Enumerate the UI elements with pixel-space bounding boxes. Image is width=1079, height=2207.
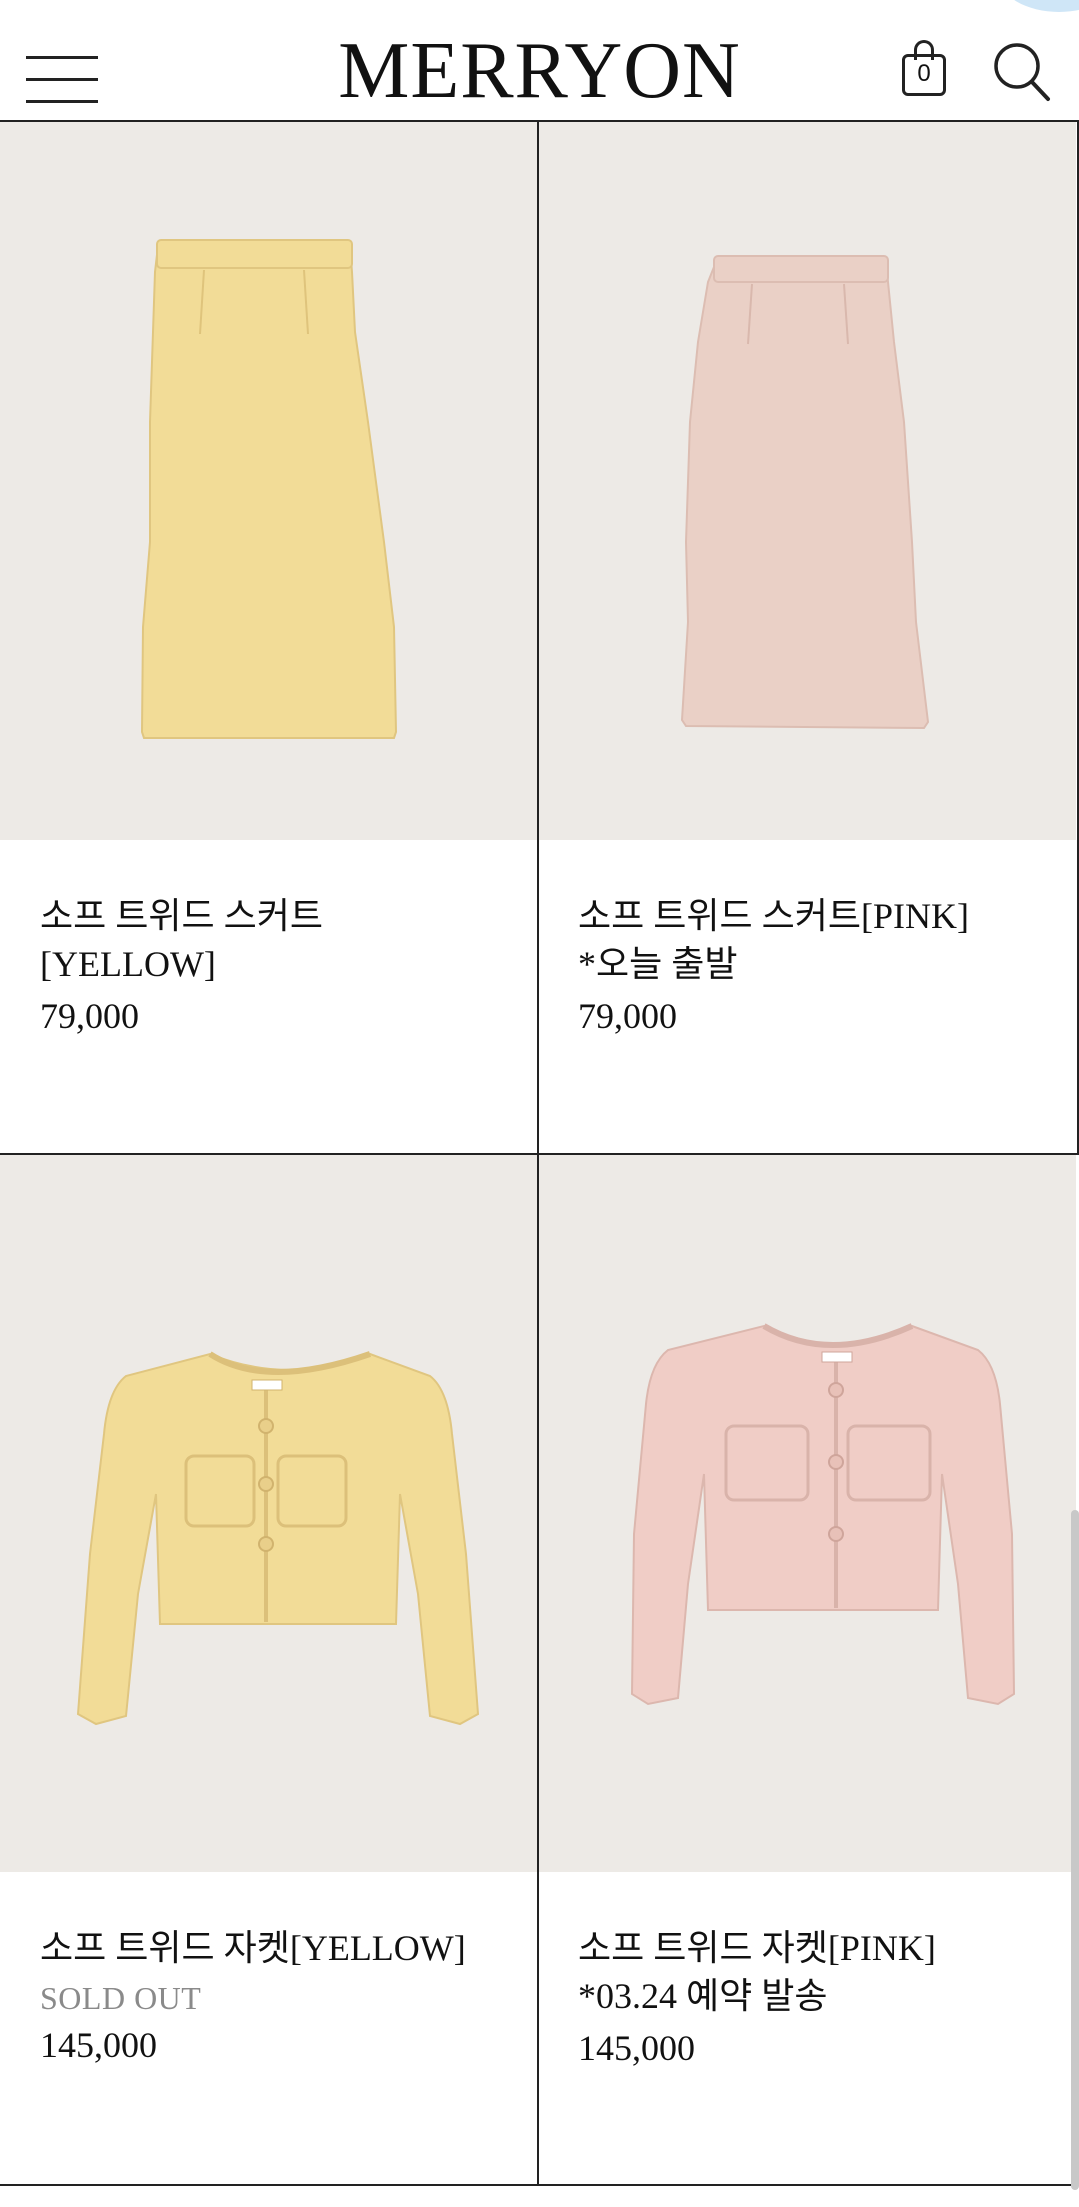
product-shipping-note: *03.24 예약 발송 [578, 1976, 828, 2016]
product-image[interactable] [0, 1154, 538, 1872]
product-image[interactable] [538, 1154, 1076, 1872]
scrollbar[interactable] [1071, 1510, 1079, 2190]
product-price: 79,000 [578, 996, 677, 1036]
product-price: 79,000 [40, 996, 139, 1036]
product-card[interactable]: 소프 트위드 스커트[YELLOW] 79,000 [0, 122, 538, 1154]
grid-divider [0, 1153, 1079, 1155]
sold-out-badge: SOLD OUT [40, 1980, 202, 2016]
product-info: 소프 트위드 자켓[PINK] *03.24 예약 발송 145,000 [538, 1872, 1076, 2072]
jacket-illustration [630, 1323, 1016, 1706]
skirt-shape [680, 259, 930, 730]
jacket-shape [76, 1352, 480, 1726]
product-info: 소프 트위드 자켓[YELLOW] SOLD OUT 145,000 [0, 1872, 538, 2069]
search-icon [994, 43, 1050, 101]
product-name[interactable]: 소프 트위드 스커트[PINK] *오늘 출발 [578, 892, 1036, 988]
product-price: 145,000 [578, 2028, 695, 2068]
product-info: 소프 트위드 스커트[YELLOW] 79,000 [0, 840, 538, 1040]
skirt-illustration [140, 239, 398, 739]
product-info: 소프 트위드 스커트[PINK] *오늘 출발 79,000 [538, 840, 1076, 1040]
product-shipping-note: *오늘 출발 [578, 944, 738, 984]
product-name[interactable]: 소프 트위드 자켓[PINK] *03.24 예약 발송 [578, 1924, 1036, 2020]
site-header: MERRYON 0 [0, 12, 1079, 122]
grid-divider [0, 2184, 1079, 2186]
jacket-shape [630, 1324, 1016, 1706]
cart-button[interactable]: 0 [898, 36, 954, 104]
skirt-shape [140, 243, 398, 739]
product-name[interactable]: 소프 트위드 자켓[YELLOW] [40, 1924, 498, 1972]
product-card[interactable]: 소프 트위드 자켓[YELLOW] SOLD OUT 145,000 [0, 1154, 538, 2184]
jacket-illustration [76, 1351, 480, 1726]
product-image[interactable] [538, 122, 1076, 840]
product-price: 145,000 [40, 2025, 157, 2065]
skirt-illustration [680, 255, 930, 730]
search-button[interactable] [990, 38, 1052, 104]
product-image[interactable] [0, 122, 538, 840]
cart-count-badge: 0 [917, 60, 931, 87]
product-card[interactable]: 소프 트위드 자켓[PINK] *03.24 예약 발송 145,000 [538, 1154, 1076, 2184]
product-card[interactable]: 소프 트위드 스커트[PINK] *오늘 출발 79,000 [538, 122, 1076, 1154]
product-name[interactable]: 소프 트위드 스커트[YELLOW] [40, 892, 498, 988]
